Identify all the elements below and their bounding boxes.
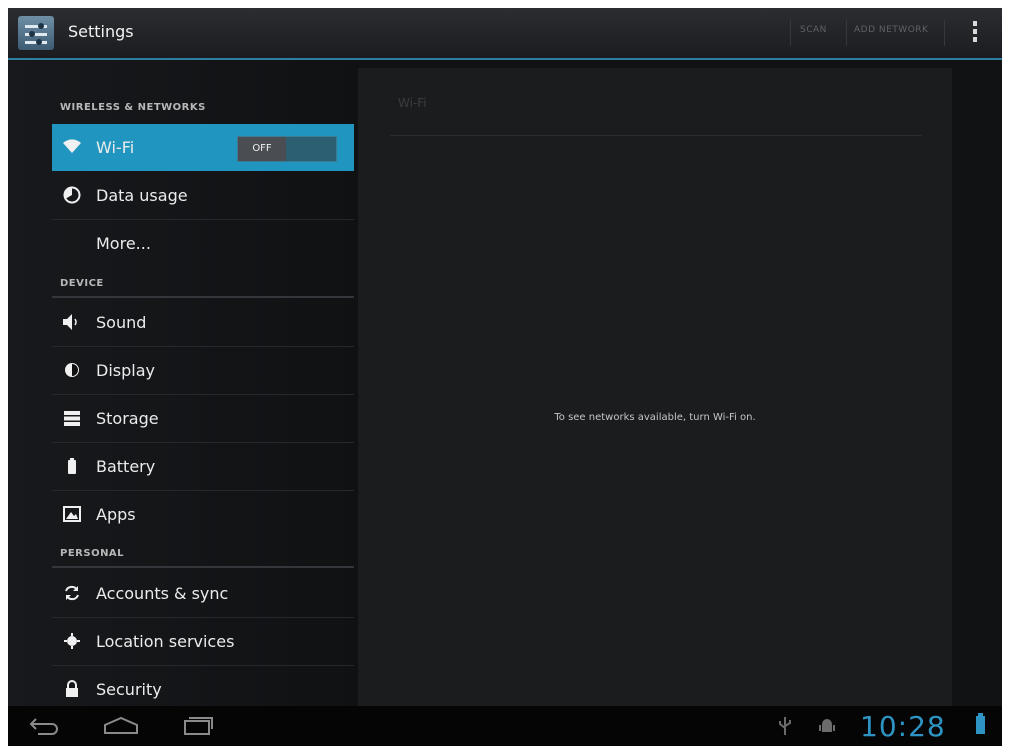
brightness-icon — [62, 361, 82, 379]
settings-item-accounts-sync[interactable]: Accounts & sync — [52, 570, 354, 618]
usb-icon[interactable] — [778, 716, 792, 740]
settings-item-label: Wi-Fi — [96, 138, 135, 157]
settings-item-label: Display — [96, 361, 155, 380]
android-debug-icon[interactable] — [818, 716, 836, 740]
settings-item-wifi[interactable]: Wi-Fi OFF — [52, 124, 354, 171]
speaker-icon — [62, 313, 82, 331]
settings-item-label: Accounts & sync — [96, 584, 229, 603]
settings-item-data-usage[interactable]: Data usage — [52, 172, 354, 220]
wifi-toggle-switch[interactable]: OFF — [237, 136, 337, 162]
battery-icon — [62, 457, 82, 475]
settings-list: WIRELESS & NETWORKS Wi-Fi OFF Data usage… — [8, 60, 363, 706]
settings-item-label: Battery — [96, 457, 156, 476]
settings-item-sound[interactable]: Sound — [52, 299, 354, 347]
battery-status-icon[interactable] — [976, 713, 985, 734]
action-separator — [790, 20, 791, 46]
action-separator — [846, 20, 847, 46]
settings-app-icon[interactable] — [18, 16, 54, 50]
sync-icon — [62, 584, 82, 602]
settings-item-battery[interactable]: Battery — [52, 443, 354, 491]
settings-item-label: Location services — [96, 632, 235, 651]
settings-item-label: Storage — [96, 409, 159, 428]
wifi-icon — [62, 138, 82, 156]
settings-item-storage[interactable]: Storage — [52, 395, 354, 443]
data-usage-icon — [62, 186, 82, 204]
lock-icon — [62, 680, 82, 698]
section-divider — [52, 566, 354, 568]
settings-item-label: Security — [96, 680, 162, 699]
settings-item-display[interactable]: Display — [52, 347, 354, 395]
location-icon — [62, 632, 82, 650]
settings-item-label: Apps — [96, 505, 136, 524]
overflow-menu-icon[interactable] — [970, 21, 980, 47]
wifi-toggle-state: OFF — [238, 137, 286, 161]
app-title: Settings — [68, 22, 134, 41]
section-header-wireless: WIRELESS & NETWORKS — [60, 102, 206, 113]
recent-apps-icon[interactable] — [183, 715, 213, 739]
wifi-off-message: To see networks available, turn Wi-Fi on… — [554, 412, 756, 423]
storage-icon — [62, 409, 82, 427]
action-bar: Settings SCAN ADD NETWORK — [8, 8, 1002, 60]
settings-item-label: Data usage — [96, 186, 188, 205]
section-header-personal: PERSONAL — [60, 548, 125, 559]
detail-divider — [390, 135, 922, 136]
section-header-device: DEVICE — [60, 278, 104, 289]
wifi-detail-pane: Wi-Fi To see networks available, turn Wi… — [358, 68, 952, 706]
settings-item-label: More... — [96, 234, 151, 253]
home-icon[interactable] — [103, 715, 139, 739]
settings-item-apps[interactable]: Apps — [52, 491, 354, 538]
section-divider — [52, 296, 354, 298]
add-network-button[interactable]: ADD NETWORK — [854, 25, 928, 35]
back-icon[interactable] — [28, 715, 62, 739]
clock[interactable]: 10:28 — [860, 710, 946, 743]
tablet-screen: Settings SCAN ADD NETWORK WIRELESS & NET… — [8, 8, 1002, 746]
system-bar: 10:28 — [8, 706, 1002, 746]
apps-icon — [62, 505, 82, 523]
settings-item-label: Sound — [96, 313, 147, 332]
settings-item-more[interactable]: More... — [52, 220, 354, 267]
settings-item-location[interactable]: Location services — [52, 618, 354, 666]
scan-button[interactable]: SCAN — [800, 25, 827, 35]
detail-title: Wi-Fi — [398, 96, 427, 110]
action-separator — [944, 20, 945, 46]
